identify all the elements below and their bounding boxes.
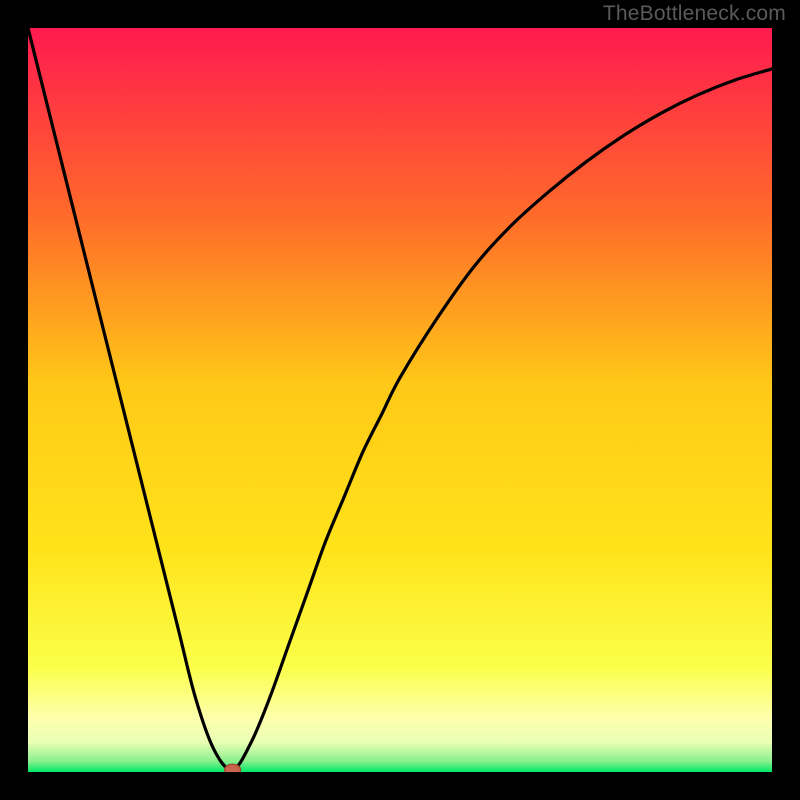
chart-svg bbox=[28, 28, 772, 772]
optimal-point-marker bbox=[225, 764, 241, 772]
gradient-background bbox=[28, 28, 772, 772]
plot-area bbox=[28, 28, 772, 772]
chart-frame: TheBottleneck.com bbox=[0, 0, 800, 800]
watermark-text: TheBottleneck.com bbox=[603, 2, 786, 26]
